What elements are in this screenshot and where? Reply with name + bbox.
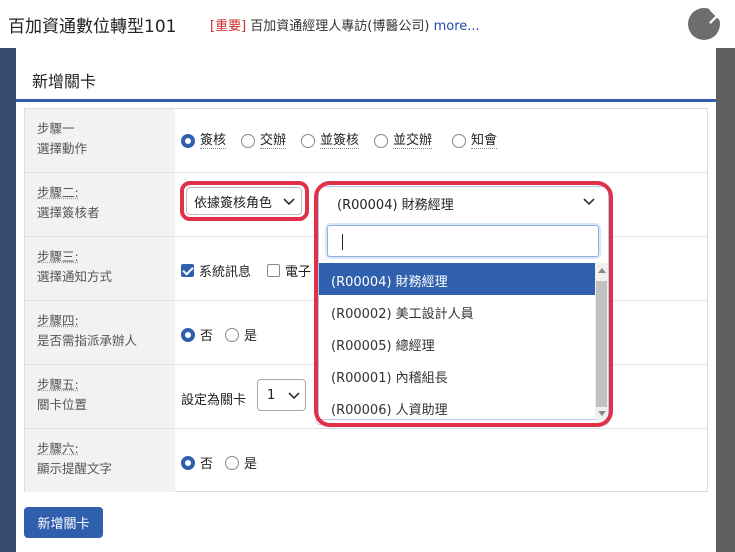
radio-label: 否 [200,457,214,472]
radio-dot [241,134,255,148]
checkbox-label: 電子 [285,265,312,280]
radio-reminder-yes[interactable]: 是 [225,453,257,472]
step4-title: 步驟四: [37,313,79,328]
radio-assignee-yes[interactable]: 是 [225,325,257,344]
highlight-role-dropdown [314,181,613,427]
radio-label: 知會 [471,133,498,149]
step1-row: 步驟一 選擇動作 簽核 交辦 並簽核 並交辦 知會 [25,109,707,173]
notice-bar[interactable]: [重要] 百加資通經理人專訪(博醫公司) more... [210,15,480,34]
step6-title: 步驟六: [37,441,79,456]
step6-row: 步驟六: 顯示提醒文字 否 是 [25,429,707,493]
position-select[interactable]: 1 [257,379,306,411]
step4-label: 步驟四: 是否需指派承辦人 [25,301,175,364]
step1-content: 簽核 交辦 並簽核 並交辦 知會 [175,109,707,172]
background-sidebar [0,48,16,552]
radio-dot [181,327,195,342]
radio-notify[interactable]: 知會 [452,133,498,149]
step3-desc: 選擇通知方式 [37,269,113,284]
position-value: 1 [267,387,276,403]
radio-label: 簽核 [200,133,227,149]
modal-header: 新增關卡 [16,46,716,102]
open-external-icon[interactable] [666,7,688,29]
step1-desc: 選擇動作 [37,141,88,156]
app-title: 百加資通數位轉型101 [8,17,177,37]
radio-dot [181,455,195,470]
step6-label: 步驟六: 顯示提醒文字 [25,429,175,492]
step4-desc: 是否需指派承辦人 [37,333,138,348]
notice-text: 百加資通經理人專訪(博醫公司) [246,19,434,34]
step2-title: 步驟二: [37,185,79,200]
radio-dot [301,134,315,148]
radio-dot [225,327,239,342]
radio-label: 是 [244,457,258,472]
checkbox-box [267,264,280,277]
checkbox-label: 系統訊息 [199,265,252,280]
radio-dot [181,134,195,148]
checkbox-email[interactable]: 電子 [267,261,311,280]
radio-dot [374,134,388,148]
step1-title: 步驟一 [37,121,75,136]
checkbox-system-message[interactable]: 系統訊息 [181,261,251,280]
radio-label: 是 [244,329,258,344]
step3-label: 步驟三: 選擇通知方式 [25,237,175,300]
notice-more-link[interactable]: more... [434,19,480,34]
step6-desc: 顯示提醒文字 [37,461,113,476]
radio-co-sign[interactable]: 並簽核 [301,133,360,149]
close-icon[interactable] [706,5,728,27]
step1-label: 步驟一 選擇動作 [25,109,175,172]
radio-assign[interactable]: 交辦 [241,133,287,149]
step5-label: 步驟五: 關卡位置 [25,365,175,428]
step5-title: 步驟五: [37,377,79,392]
radio-reminder-no[interactable]: 否 [181,453,213,472]
radio-sign[interactable]: 簽核 [181,133,227,149]
position-prefix: 設定為關卡 [181,393,247,408]
modal-title: 新增關卡 [32,72,97,91]
chevron-down-icon [288,392,300,400]
app-header: 百加資通數位轉型101 [重要] 百加資通經理人專訪(博醫公司) more... [0,0,735,48]
radio-dot [452,134,466,148]
radio-assignee-no[interactable]: 否 [181,325,213,344]
step2-label: 步驟二: 選擇簽核者 [25,173,175,236]
radio-co-assign[interactable]: 並交辦 [374,133,433,149]
add-stage-button[interactable]: 新增關卡 [24,507,103,538]
radio-label: 並簽核 [320,133,360,149]
radio-label: 並交辦 [393,133,433,149]
radio-dot [225,455,239,470]
step3-title: 步驟三: [37,249,79,264]
notice-tag: [重要] [210,19,247,34]
radio-label: 否 [200,329,214,344]
highlight-mode-select [180,181,309,221]
checkbox-box [181,264,194,277]
step2-desc: 選擇簽核者 [37,205,100,220]
step6-content: 否 是 [175,429,707,492]
radio-label: 交辦 [260,133,287,149]
step5-desc: 關卡位置 [37,397,88,412]
